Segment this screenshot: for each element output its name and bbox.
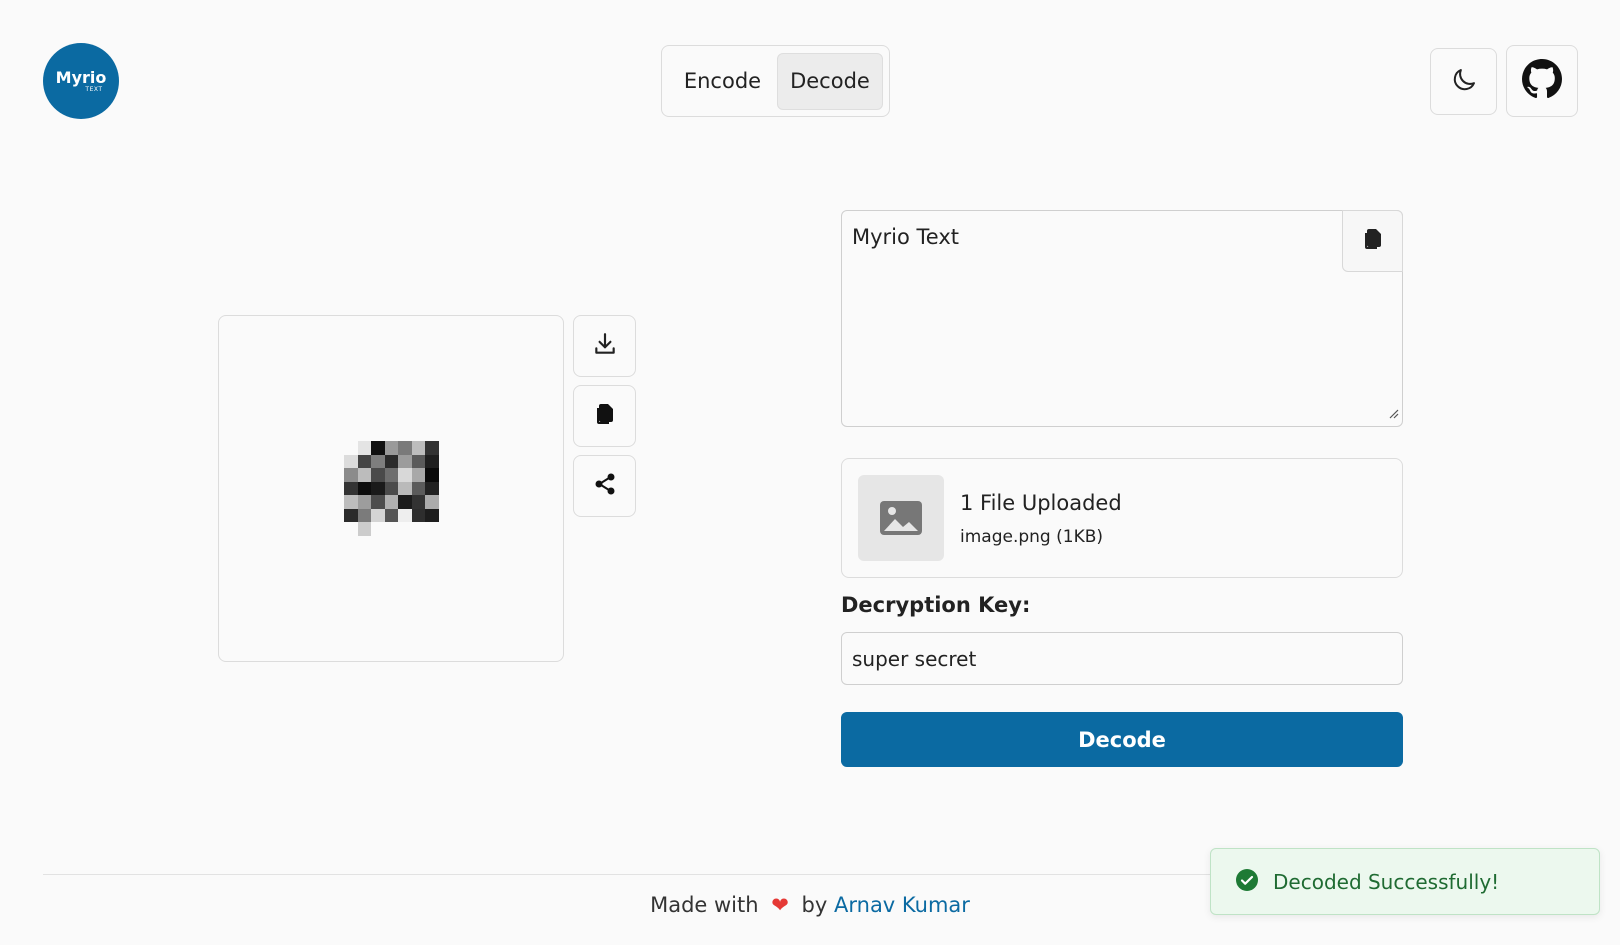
theme-toggle-button[interactable] (1430, 48, 1497, 115)
share-icon (593, 472, 617, 500)
copy-text-button[interactable] (1342, 210, 1403, 272)
footer-by: by (801, 893, 828, 917)
logo-name: Myrio (55, 67, 107, 87)
image-preview (218, 315, 564, 662)
image-pixel (425, 481, 439, 495)
image-pixel (357, 441, 371, 455)
share-button[interactable] (573, 455, 636, 517)
image-pixel (384, 522, 398, 536)
image-pixel (344, 508, 358, 522)
image-pixel (357, 508, 371, 522)
image-pixel (425, 468, 439, 482)
github-button[interactable] (1506, 45, 1578, 117)
decryption-key-input[interactable] (841, 632, 1403, 685)
image-pixel (344, 481, 358, 495)
image-pixel (344, 441, 358, 455)
image-pixel (371, 508, 385, 522)
image-pixel (398, 495, 412, 509)
decoded-image (344, 441, 439, 536)
image-pixel (344, 468, 358, 482)
image-pixel (357, 522, 371, 536)
decode-button[interactable]: Decode (841, 712, 1403, 767)
image-pixel (371, 468, 385, 482)
image-pixel (371, 481, 385, 495)
decoded-text-area[interactable]: Myrio Text (841, 210, 1403, 427)
image-pixel (398, 468, 412, 482)
image-pixel (411, 495, 425, 509)
image-pixel (411, 481, 425, 495)
image-pixel (344, 454, 358, 468)
image-pixel (411, 508, 425, 522)
heart-icon: ❤ (771, 893, 789, 917)
decoded-text[interactable]: Myrio Text (852, 225, 959, 249)
check-circle-icon (1235, 868, 1259, 896)
image-pixel (398, 454, 412, 468)
image-pixel (384, 481, 398, 495)
image-pixel (425, 495, 439, 509)
github-icon (1522, 59, 1562, 103)
image-pixel (371, 522, 385, 536)
author-link[interactable]: Arnav Kumar (834, 893, 970, 917)
image-pixel (425, 508, 439, 522)
mode-switch: Encode Decode (661, 45, 890, 117)
image-pixel (371, 441, 385, 455)
image-pixel (384, 468, 398, 482)
image-icon (858, 475, 944, 561)
download-icon (592, 331, 618, 361)
image-pixel (384, 454, 398, 468)
copy-icon (1361, 227, 1385, 255)
image-pixel (411, 454, 425, 468)
footer-made-with: Made with (650, 893, 759, 917)
logo-subtitle: TEXT (85, 85, 103, 93)
file-meta: image.png (1KB) (960, 527, 1104, 547)
image-pixel (411, 468, 425, 482)
image-pixel (398, 481, 412, 495)
image-pixel (398, 522, 412, 536)
resize-handle-icon[interactable] (1387, 404, 1399, 423)
image-pixel (411, 441, 425, 455)
image-pixel (357, 481, 371, 495)
image-pixel (398, 508, 412, 522)
uploaded-file-card[interactable]: 1 File Uploaded image.png (1KB) (841, 458, 1403, 578)
image-pixel (384, 441, 398, 455)
image-pixel (371, 495, 385, 509)
image-pixel (357, 454, 371, 468)
tab-encode[interactable]: Encode (668, 53, 777, 110)
image-pixel (357, 495, 371, 509)
image-pixel (371, 454, 385, 468)
logo[interactable]: Myrio TEXT (43, 43, 119, 119)
image-pixel (398, 441, 412, 455)
success-toast: Decoded Successfully! (1210, 848, 1600, 915)
copy-image-button[interactable] (573, 385, 636, 447)
image-pixel (411, 522, 425, 536)
image-pixel (425, 454, 439, 468)
image-pixel (425, 441, 439, 455)
image-pixel (344, 522, 358, 536)
image-pixel (384, 508, 398, 522)
image-pixel (344, 495, 358, 509)
file-title: 1 File Uploaded (960, 491, 1122, 515)
tab-decode[interactable]: Decode (776, 52, 883, 110)
image-pixel (357, 468, 371, 482)
toast-message: Decoded Successfully! (1273, 869, 1500, 894)
image-pixel (425, 522, 439, 536)
image-pixel (384, 495, 398, 509)
copy-icon (593, 402, 617, 430)
download-button[interactable] (573, 315, 636, 377)
moon-icon (1449, 65, 1479, 99)
decryption-key-label: Decryption Key: (841, 593, 1031, 617)
